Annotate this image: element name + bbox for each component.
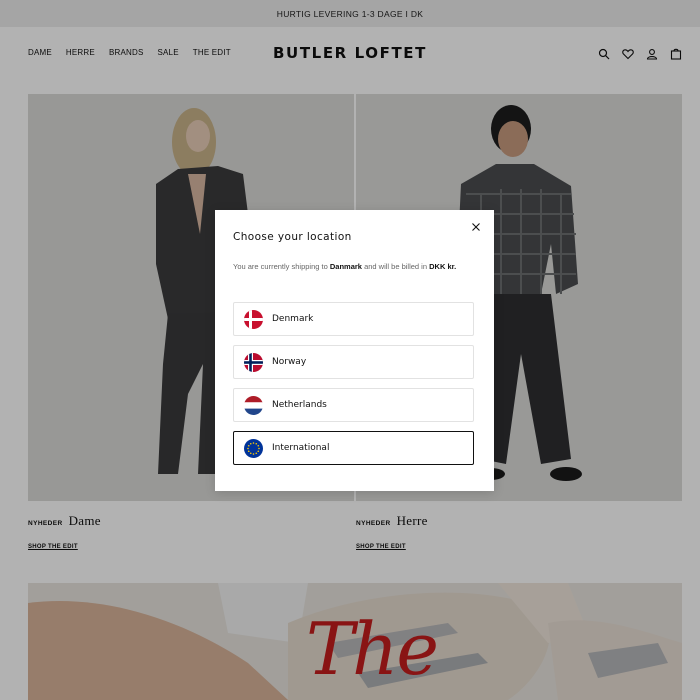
desc-prefix: You are currently shipping to [233,262,330,271]
location-option-norway[interactable]: Norway [233,345,474,379]
netherlands-flag-icon [244,395,263,415]
option-label-norway: Norway [272,357,307,367]
location-option-netherlands[interactable]: Netherlands [233,388,474,422]
eu-flag-icon [244,438,263,458]
desc-currency: DKK kr. [429,262,457,271]
denmark-flag-icon [244,309,263,329]
location-modal: Choose your location You are currently s… [215,210,494,491]
location-option-international[interactable]: International [233,431,474,465]
desc-country: Danmark [329,262,362,271]
option-label-denmark: Denmark [272,314,314,324]
close-icon[interactable] [470,221,482,233]
modal-title: Choose your location [233,231,352,243]
option-label-netherlands: Netherlands [272,400,327,410]
desc-middle: and will be billed in [361,262,430,271]
norway-flag-icon [244,352,263,372]
location-option-denmark[interactable]: Denmark [233,302,474,336]
modal-description: You are currently shipping to Danmark an… [233,261,479,273]
option-label-international: International [272,443,330,453]
